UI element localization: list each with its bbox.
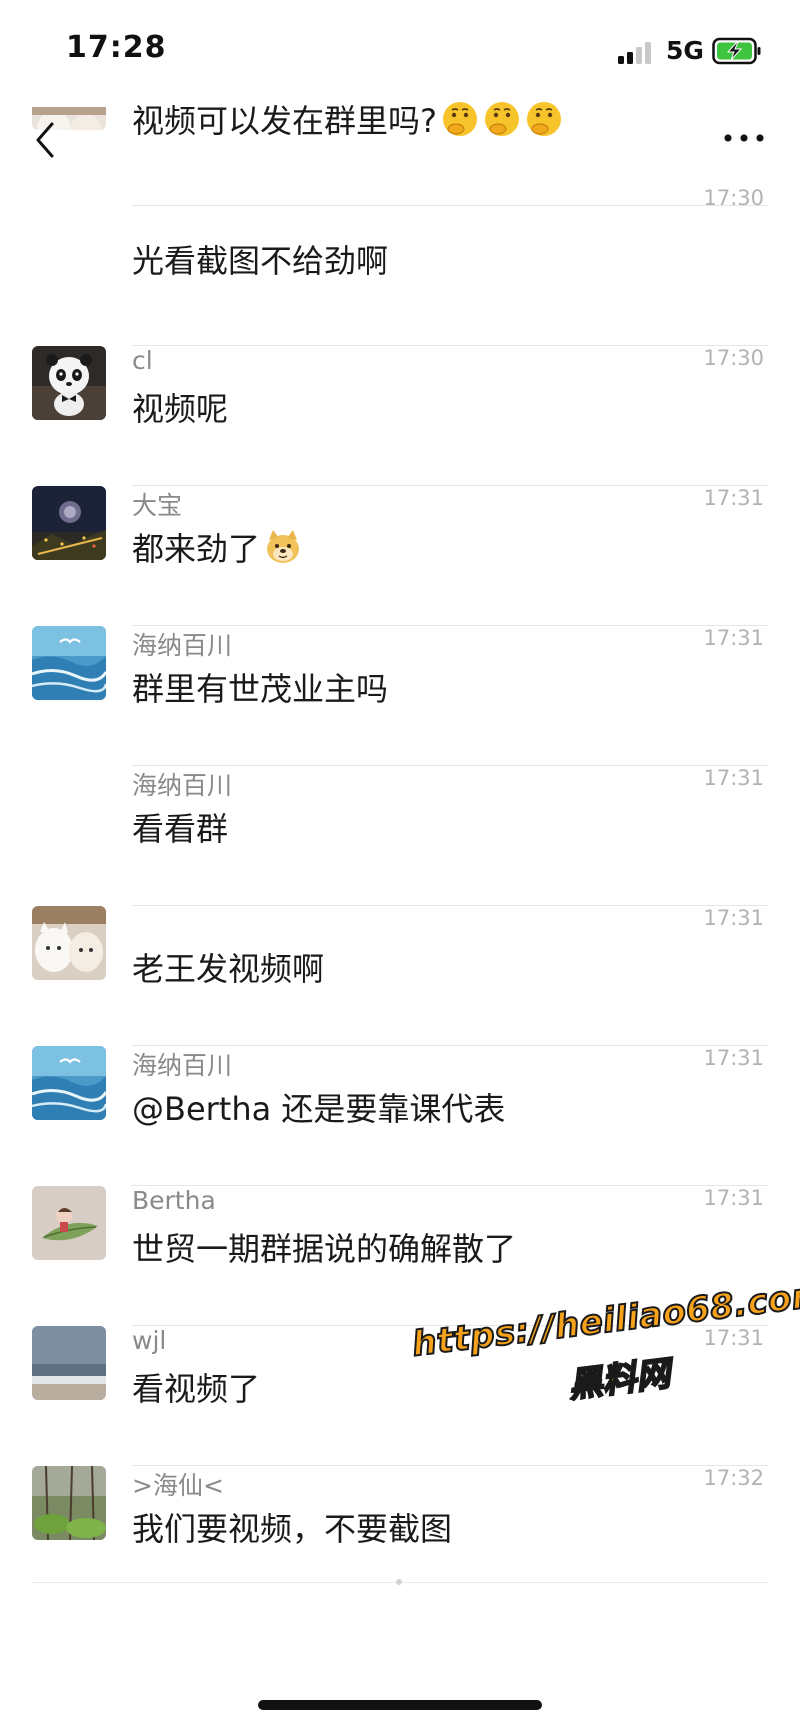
thinking-emoji bbox=[527, 102, 561, 136]
thinking-emoji bbox=[443, 102, 477, 136]
list-item[interactable]: 视频可以发在群里吗? bbox=[0, 40, 800, 206]
message-time: 17:31 bbox=[703, 906, 764, 930]
message-text: 都来劲了 bbox=[132, 530, 261, 568]
list-item[interactable]: 海纳百川 群里有世茂业主吗 17:31 bbox=[0, 626, 800, 766]
message-text: @Bertha 还是要靠课代表 bbox=[132, 1090, 506, 1128]
seagull-sea-avatar[interactable] bbox=[32, 1046, 106, 1120]
message-text: 看看群 bbox=[132, 810, 229, 848]
list-item[interactable]: 海纳百川 看看群 17:31 bbox=[0, 766, 800, 906]
sender-name: >海仙< bbox=[132, 1471, 224, 1500]
message-time: 17:31 bbox=[703, 766, 764, 790]
message-text: 视频可以发在群里吗? bbox=[132, 102, 437, 140]
message-text: 老王发视频啊 bbox=[132, 950, 325, 988]
sender-name: Bertha bbox=[132, 1186, 216, 1215]
message-text: 看视频了 bbox=[132, 1370, 261, 1408]
message-text: 群里有世茂业主吗 bbox=[132, 670, 389, 708]
message-time: 17:32 bbox=[703, 1466, 764, 1490]
list-item[interactable]: 大宝 都来劲了 17:31 bbox=[0, 486, 800, 626]
list-item[interactable]: >海仙< 我们要视频，不要截图 17:32 bbox=[0, 1466, 800, 1606]
message-time: 17:31 bbox=[703, 626, 764, 650]
list-item[interactable]: 海纳百川 @Bertha 还是要靠课代表 17:31 bbox=[0, 1046, 800, 1186]
sender-name: wjl bbox=[132, 1326, 167, 1355]
sender-name: 海纳百川 bbox=[132, 1051, 233, 1080]
message-time: 17:30 bbox=[703, 346, 764, 370]
message-time: 17:31 bbox=[703, 1186, 764, 1210]
message-text: 光看截图不给劲啊 bbox=[132, 242, 389, 280]
more-dots-icon[interactable] bbox=[722, 130, 766, 146]
watermark-label: 黑料网 bbox=[565, 1353, 673, 1407]
home-indicator[interactable] bbox=[258, 1700, 542, 1710]
sender-name: 海纳百川 bbox=[132, 631, 233, 660]
beach-avatar[interactable] bbox=[32, 1326, 106, 1400]
message-text: 世贸一期群据说的确解散了 bbox=[132, 1230, 517, 1268]
message-time: 17:31 bbox=[703, 1046, 764, 1070]
message-time: 17:30 bbox=[703, 186, 764, 210]
panda-mascot-avatar[interactable] bbox=[32, 346, 106, 420]
list-item[interactable]: 光看截图不给劲啊 17:30 bbox=[0, 186, 800, 346]
night-city-avatar[interactable] bbox=[32, 486, 106, 560]
sender-name: 大宝 bbox=[132, 491, 183, 520]
list-item[interactable]: cl 视频呢 17:30 bbox=[0, 346, 800, 486]
sender-name: cl bbox=[132, 346, 153, 375]
sender-name: 海纳百川 bbox=[132, 771, 233, 800]
message-time: 17:31 bbox=[703, 486, 764, 510]
list-item[interactable]: 老王发视频啊 17:31 bbox=[0, 906, 800, 1046]
thinking-emoji bbox=[485, 102, 519, 136]
chevron-left-icon[interactable] bbox=[30, 118, 60, 162]
kitten-photo-avatar[interactable] bbox=[32, 906, 106, 980]
forest-avatar[interactable] bbox=[32, 1466, 106, 1540]
message-text: 我们要视频，不要截图 bbox=[132, 1510, 453, 1548]
seagull-sea-avatar[interactable] bbox=[32, 626, 106, 700]
message-text: 视频呢 bbox=[132, 390, 229, 428]
list-end-dot bbox=[396, 1579, 402, 1585]
doge-emoji bbox=[267, 530, 300, 563]
leaf-illustration-avatar[interactable] bbox=[32, 1186, 106, 1260]
